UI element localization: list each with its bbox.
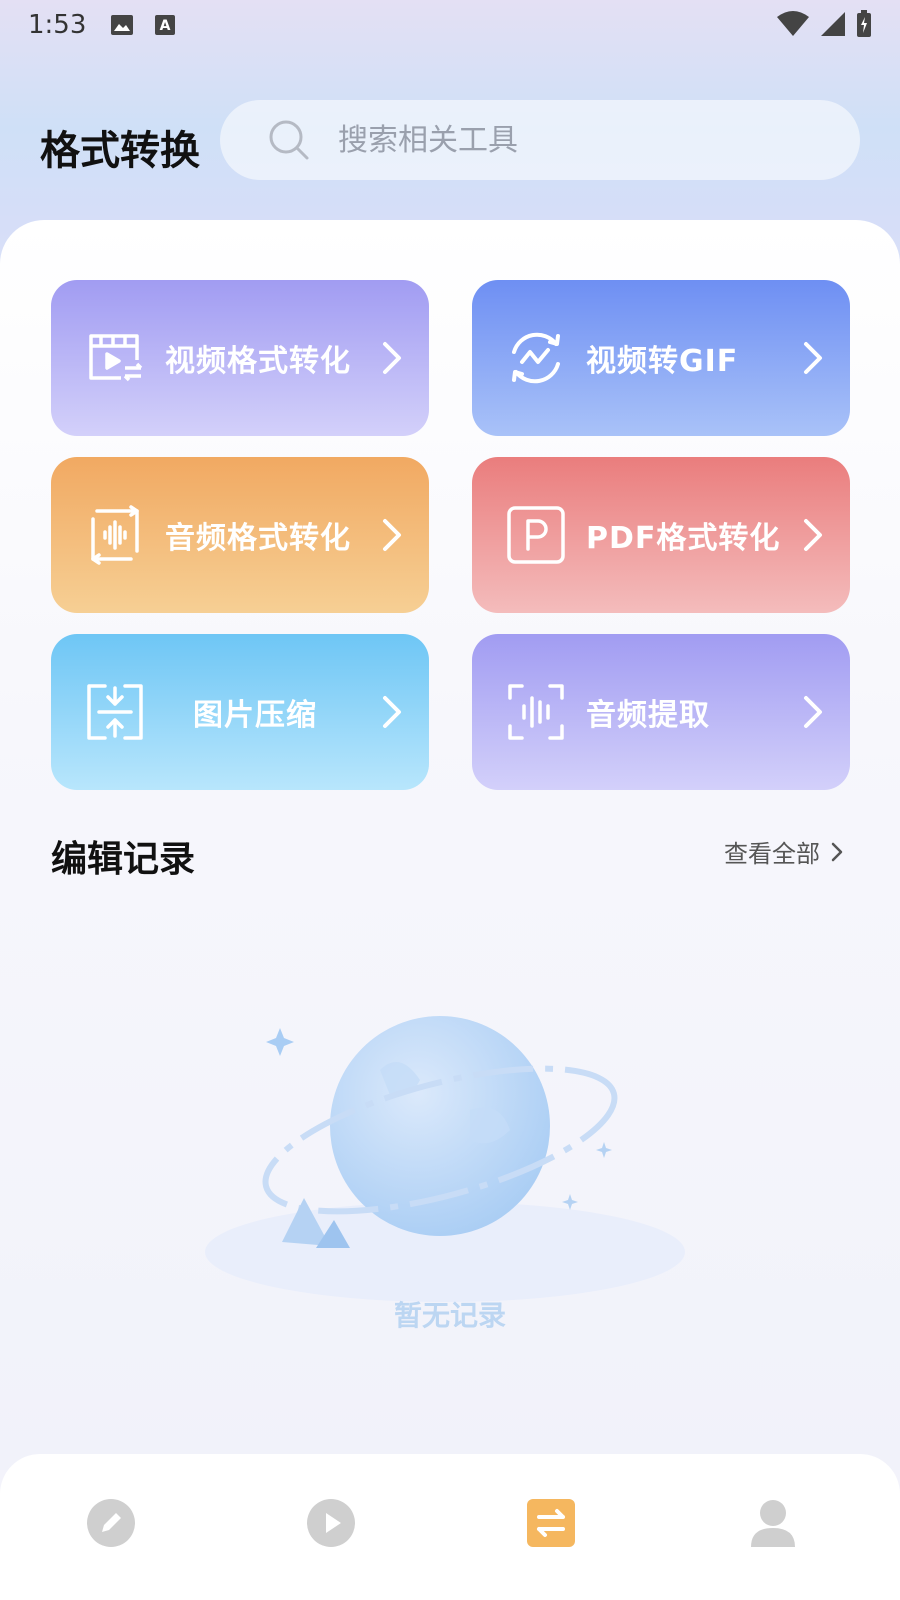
chevron-right-icon [802,517,824,553]
records-title: 编辑记录 [51,839,196,880]
play-icon [307,1499,355,1547]
search-box[interactable] [220,100,860,180]
battery-icon [856,10,872,45]
gif-refresh-icon [506,328,566,388]
main-card: 视频格式转化 视频转GIF 音频格式转化 PDF格式转化 图片压缩 音频提取 编… [0,220,900,1470]
status-bar: 1:53 A [0,0,900,50]
tool-label: 视频格式转化 [165,344,351,379]
tool-audio-extract[interactable]: 音频提取 [472,634,850,790]
page-title: 格式转换 [40,128,200,174]
tool-label: 音频格式转化 [165,521,351,556]
tab-convert[interactable] [526,1498,576,1548]
tab-play[interactable] [306,1498,356,1548]
header: 格式转换 [0,100,900,180]
svg-text:A: A [160,18,171,34]
video-convert-icon [85,328,145,388]
view-all-label: 查看全部 [724,840,820,868]
tool-pdf-format[interactable]: PDF格式转化 [472,457,850,613]
tool-label: 音频提取 [586,698,710,733]
wifi-icon [776,11,810,44]
audio-extract-icon [506,682,566,742]
tool-audio-format[interactable]: 音频格式转化 [51,457,429,613]
status-time: 1:53 [28,10,87,40]
compress-icon [85,682,145,742]
tool-video-to-gif[interactable]: 视频转GIF [472,280,850,436]
convert-icon [527,1499,575,1547]
tool-label: 图片压缩 [193,698,317,733]
view-all-link[interactable]: 查看全部 [724,834,844,869]
pdf-icon [506,505,566,565]
search-input[interactable] [338,122,778,158]
chevron-right-icon [802,340,824,376]
chevron-right-icon [381,694,403,730]
tool-label: 视频转GIF [586,344,739,379]
chevron-right-icon [381,517,403,553]
tool-image-compress[interactable]: 图片压缩 [51,634,429,790]
tool-label: PDF格式转化 [586,521,781,556]
tab-profile[interactable] [748,1498,798,1548]
chevron-right-icon [830,841,844,863]
tab-edit[interactable] [86,1498,136,1548]
signal-icon [820,11,846,44]
search-icon [268,119,310,161]
image-icon [110,14,134,36]
chevron-right-icon [381,340,403,376]
empty-state-text: 暂无记录 [393,1299,506,1332]
text-a-icon: A [154,14,178,36]
tool-video-format[interactable]: 视频格式转化 [51,280,429,436]
chevron-right-icon [802,694,824,730]
audio-convert-icon [85,505,145,565]
empty-planet-illustration [200,990,690,1310]
profile-icon [751,1500,795,1547]
edit-icon [87,1499,135,1547]
bottom-tab-bar [0,1454,900,1600]
